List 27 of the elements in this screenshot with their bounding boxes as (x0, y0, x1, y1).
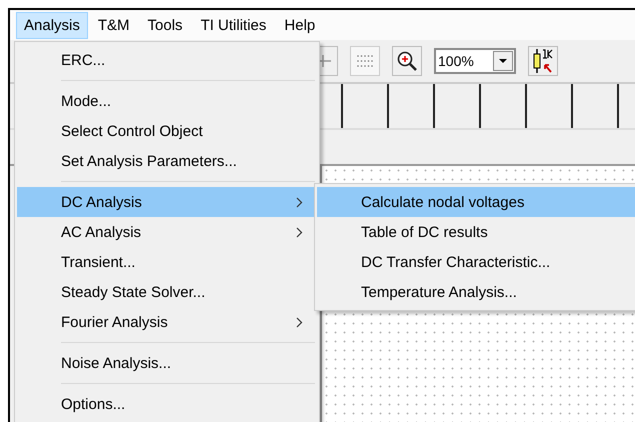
zoom-in-icon (396, 50, 418, 72)
menu-bar-item[interactable]: T&M (90, 12, 138, 38)
menu-item[interactable]: Set Analysis Parameters... (17, 146, 317, 176)
grid-icon (356, 54, 374, 68)
menu-item[interactable]: Transient... (17, 247, 317, 277)
menu-item[interactable]: Fourier Analysis (17, 307, 317, 337)
menu-item[interactable]: Mode... (17, 86, 317, 116)
dropdown-arrow-icon (498, 58, 508, 64)
menu-bar-item[interactable]: Help (276, 12, 324, 38)
menu-bar-item[interactable]: TI Utilities (192, 12, 274, 38)
menu-item[interactable]: Table of DC results (317, 217, 635, 247)
menu-bar-item[interactable]: Analysis (16, 12, 88, 38)
resistor-icon (531, 48, 555, 74)
menu-bar-item[interactable]: Tools (140, 12, 191, 38)
resistor-button[interactable] (528, 46, 558, 76)
menu-item[interactable]: DC Analysis (17, 187, 317, 217)
menu-item[interactable]: Select Control Object (17, 116, 317, 146)
menu-item[interactable]: DC Transfer Characteristic... (317, 247, 635, 277)
menu-item[interactable]: Options... (17, 389, 317, 419)
zoom-button[interactable] (392, 46, 422, 76)
menu-item[interactable]: Temperature Analysis... (317, 277, 635, 307)
zoom-dropdown[interactable]: 100% (434, 48, 516, 74)
menu-item[interactable]: AC Analysis (17, 217, 317, 247)
menu-item[interactable]: Calculate nodal voltages (317, 187, 635, 217)
menu-item[interactable]: Steady State Solver... (17, 277, 317, 307)
menu-item[interactable]: Noise Analysis... (17, 348, 317, 378)
menu-item[interactable]: ERC... (17, 45, 317, 75)
